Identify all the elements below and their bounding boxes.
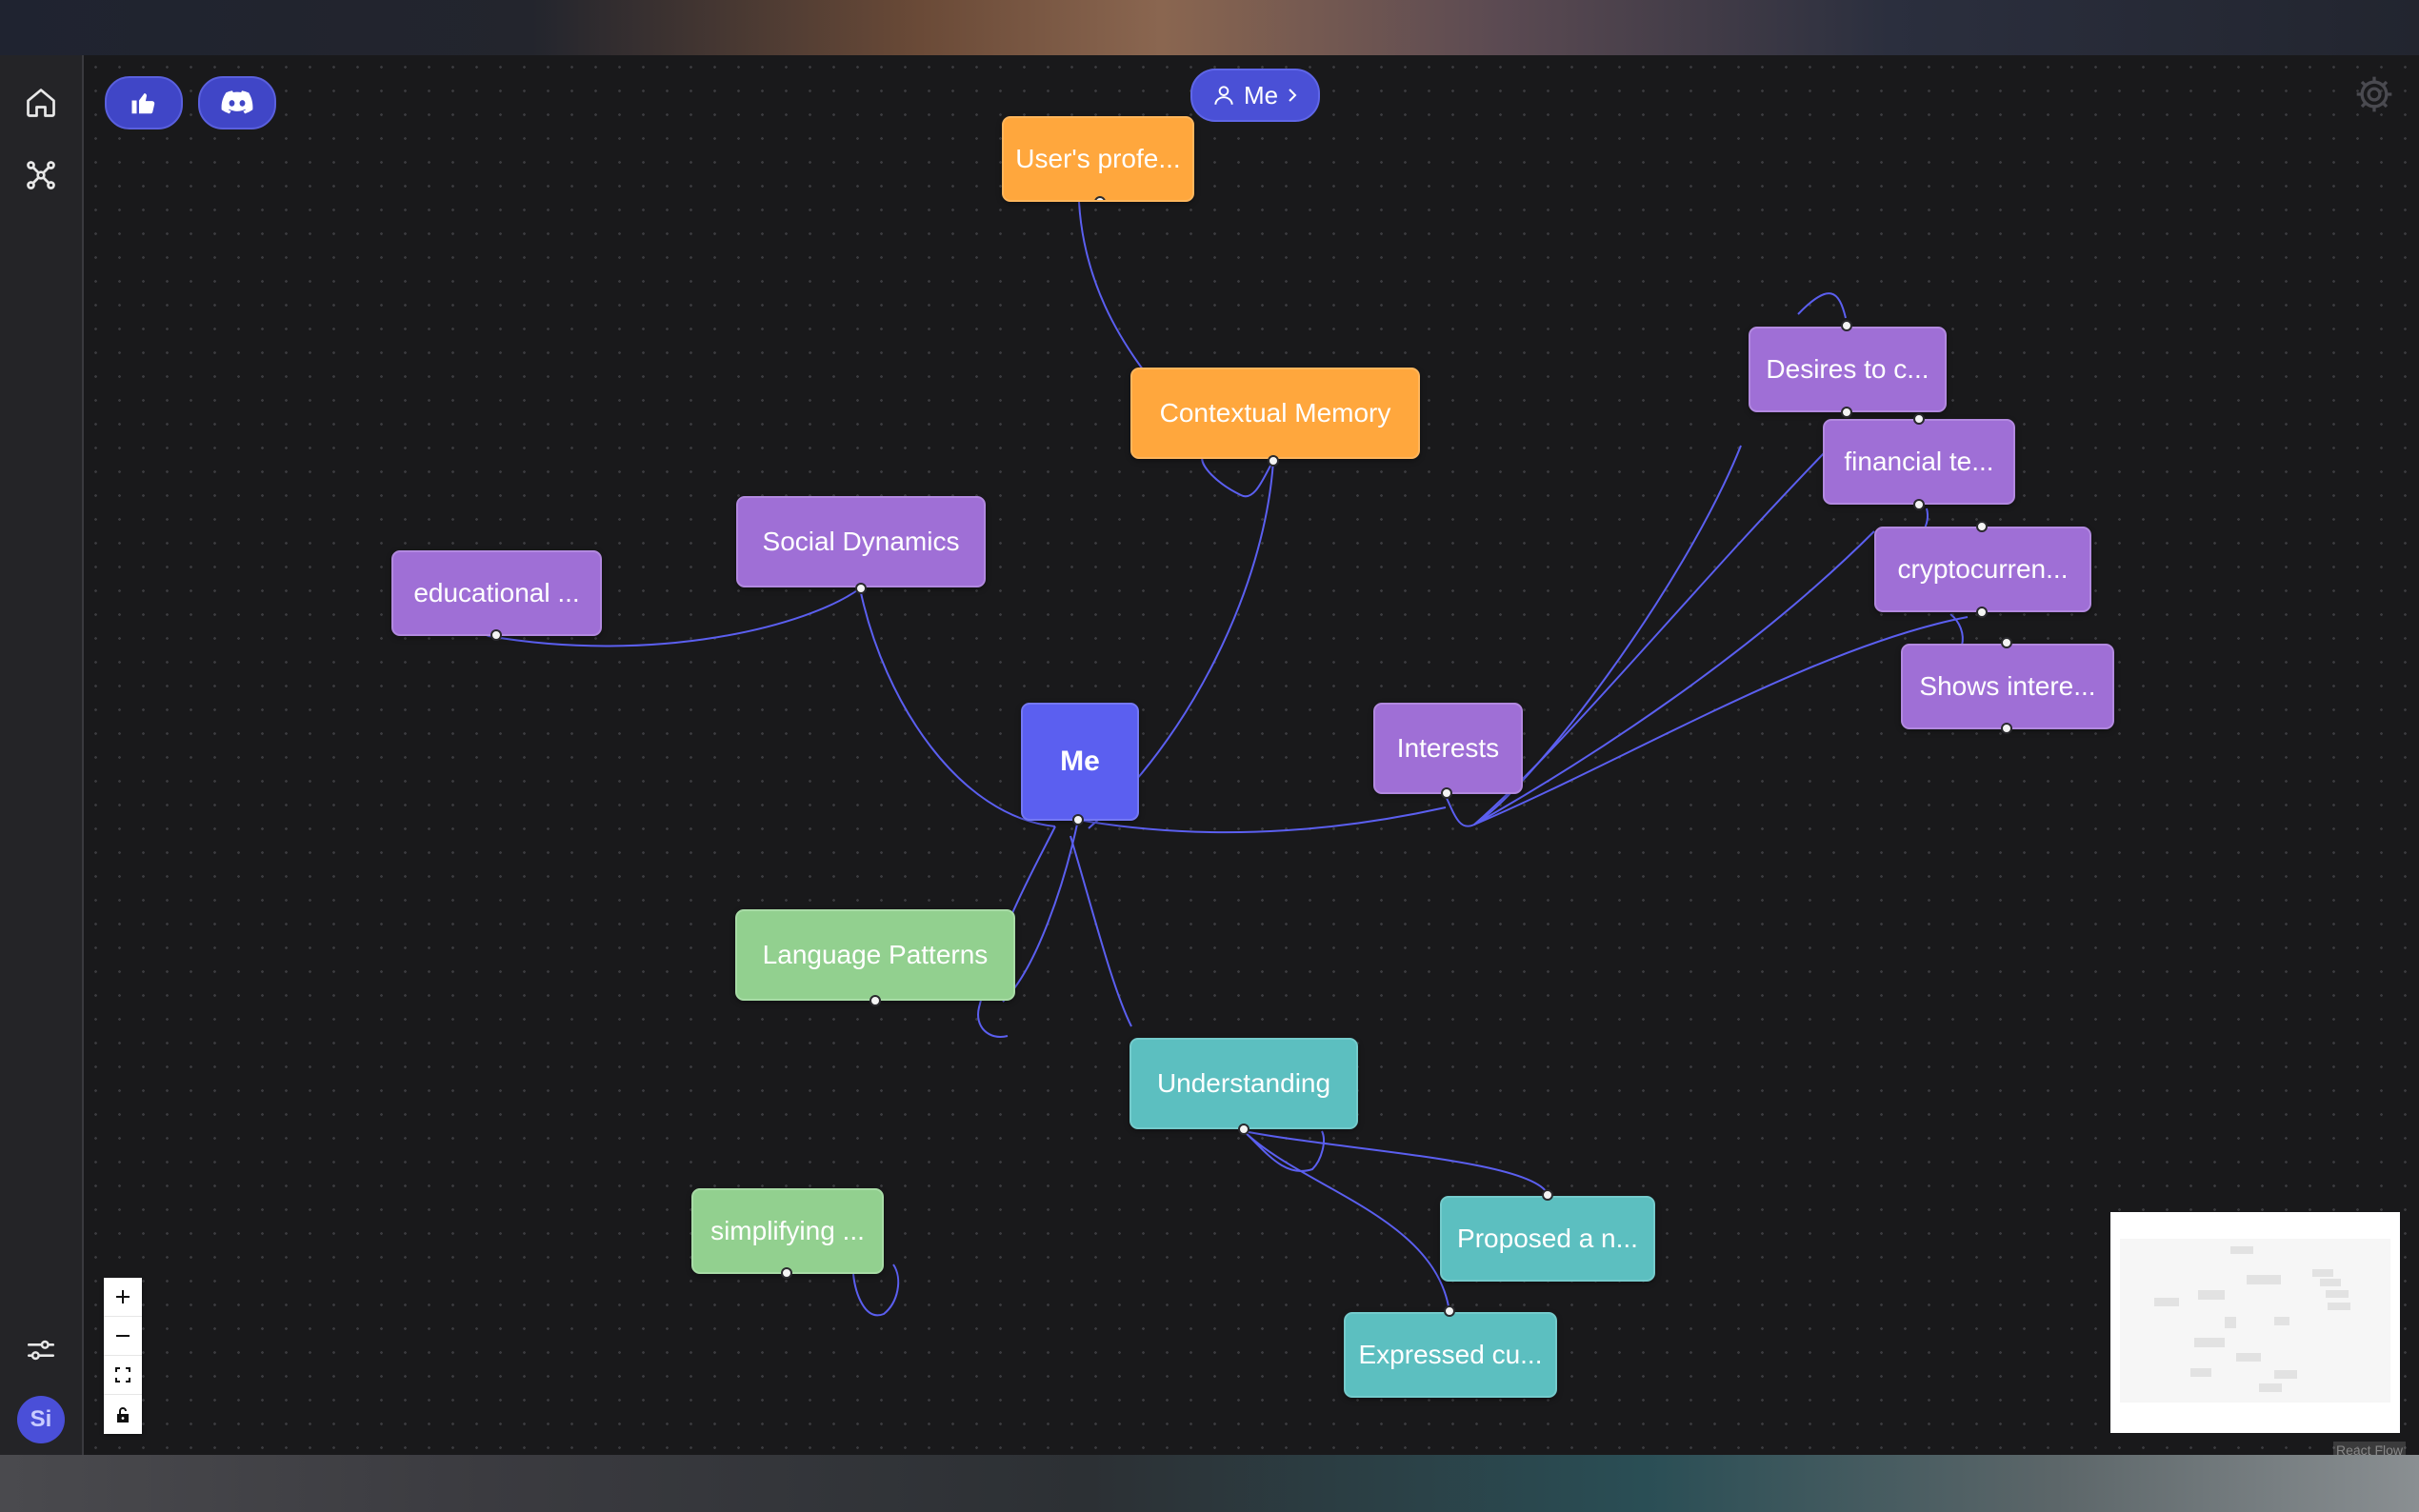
minimap-node (2230, 1246, 2253, 1254)
minimap-node (2154, 1298, 2179, 1306)
attribution-link[interactable]: React Flow (2333, 1442, 2407, 1455)
minimap-node (2274, 1317, 2289, 1325)
minimap-viewport (2120, 1239, 2390, 1403)
node-handle[interactable] (2001, 723, 2012, 734)
node-handle[interactable] (855, 583, 867, 594)
minus-icon (116, 1335, 130, 1337)
node-label: Me (1060, 746, 1100, 777)
minimap-node (2198, 1290, 2225, 1300)
edge (1201, 454, 1274, 498)
zoom-controls (104, 1278, 142, 1434)
edge (1473, 616, 1969, 826)
node-handle[interactable] (781, 1267, 792, 1279)
minimap[interactable] (2110, 1212, 2400, 1433)
node-financial[interactable]: financial te... (1823, 419, 2015, 505)
fit-view-icon (115, 1367, 130, 1383)
node-handle[interactable] (1913, 499, 1925, 510)
node-handle[interactable] (490, 629, 502, 641)
minimap-node (2225, 1317, 2236, 1328)
node-label: Shows intere... (1919, 671, 2096, 701)
node-label: Understanding (1156, 1068, 1331, 1098)
node-handle[interactable] (1238, 1124, 1249, 1135)
node-user-profession[interactable]: User's profe... (1002, 116, 1194, 202)
minimap-node (2326, 1290, 2349, 1298)
node-handle[interactable] (1841, 320, 1852, 331)
node-label: Desires to c... (1766, 354, 1929, 384)
graph-edges (473, 201, 1969, 1317)
minimap-node (2190, 1368, 2211, 1377)
node-label: simplifying ... (710, 1216, 865, 1245)
minimap-node (2194, 1338, 2225, 1347)
lock-button[interactable] (104, 1395, 142, 1434)
sliders-icon[interactable] (20, 1329, 62, 1371)
node-label: cryptocurren... (1897, 554, 2069, 584)
edge (1473, 449, 1828, 826)
minimap-node (2328, 1303, 2350, 1310)
node-handle[interactable] (2001, 637, 2012, 648)
fit-view-button[interactable] (104, 1356, 142, 1395)
node-expressed[interactable]: Expressed cu... (1344, 1312, 1557, 1398)
edge (1243, 1130, 1549, 1195)
minimap-node (2274, 1370, 2297, 1379)
edge (1078, 201, 1144, 370)
node-handle[interactable] (1913, 413, 1925, 425)
node-handle[interactable] (1094, 196, 1106, 200)
node-social-dynamics[interactable]: Social Dynamics (736, 496, 986, 587)
node-label: financial te... (1844, 447, 1994, 476)
minimap-node (2320, 1279, 2341, 1286)
node-handle[interactable] (1441, 787, 1452, 799)
node-simplifying[interactable]: simplifying ... (691, 1188, 884, 1274)
edge (1243, 1130, 1450, 1313)
node-label: Contextual Memory (1159, 398, 1391, 428)
node-handle[interactable] (1976, 607, 1988, 618)
zoom-out-button[interactable] (104, 1317, 142, 1356)
minimap-node (2247, 1275, 2281, 1284)
node-handle[interactable] (1444, 1305, 1455, 1317)
node-interests[interactable]: Interests (1373, 703, 1523, 794)
sidebar: Si (0, 55, 84, 1455)
node-handle[interactable] (1268, 455, 1279, 467)
node-handle[interactable] (1072, 814, 1084, 826)
plus-icon (116, 1290, 130, 1303)
node-label: Expressed cu... (1358, 1340, 1543, 1369)
node-label: User's profe... (1015, 144, 1181, 173)
node-label: Proposed a n... (1457, 1224, 1638, 1253)
node-label: Social Dynamics (762, 527, 960, 556)
edge (1070, 835, 1132, 1027)
node-handle[interactable] (1976, 521, 1988, 532)
minimap-node (2312, 1269, 2333, 1277)
minimap-node (2236, 1353, 2261, 1362)
node-label: Interests (1396, 733, 1500, 763)
node-contextual-memory[interactable]: Contextual Memory (1130, 368, 1420, 459)
graph-icon[interactable] (20, 154, 62, 196)
minimap-node (2259, 1383, 2282, 1392)
node-label: educational ... (413, 578, 580, 607)
avatar[interactable]: Si (17, 1396, 65, 1443)
node-educational[interactable]: educational ... (391, 550, 602, 636)
node-handle[interactable] (1841, 407, 1852, 418)
browser-top-bar (0, 0, 2419, 55)
zoom-in-button[interactable] (104, 1278, 142, 1317)
node-handle[interactable] (870, 995, 881, 1006)
node-handle[interactable] (1542, 1189, 1553, 1201)
node-label: Language Patterns (762, 940, 989, 969)
graph-canvas[interactable]: Me User's profe... Contextual Memory Soc… (84, 55, 2419, 1455)
home-icon[interactable] (20, 82, 62, 124)
node-desires[interactable]: Desires to c... (1749, 327, 1947, 412)
node-understanding[interactable]: Understanding (1130, 1038, 1358, 1129)
browser-bottom-bar (0, 1455, 2419, 1512)
node-shows-interest[interactable]: Shows intere... (1901, 644, 2114, 729)
node-cryptocurrency[interactable]: cryptocurren... (1874, 527, 2091, 612)
node-proposed[interactable]: Proposed a n... (1440, 1196, 1655, 1282)
edge (1797, 292, 1847, 319)
node-me[interactable]: Me (1021, 703, 1139, 821)
node-language-patterns[interactable]: Language Patterns (735, 909, 1015, 1001)
lock-icon (117, 1406, 129, 1422)
